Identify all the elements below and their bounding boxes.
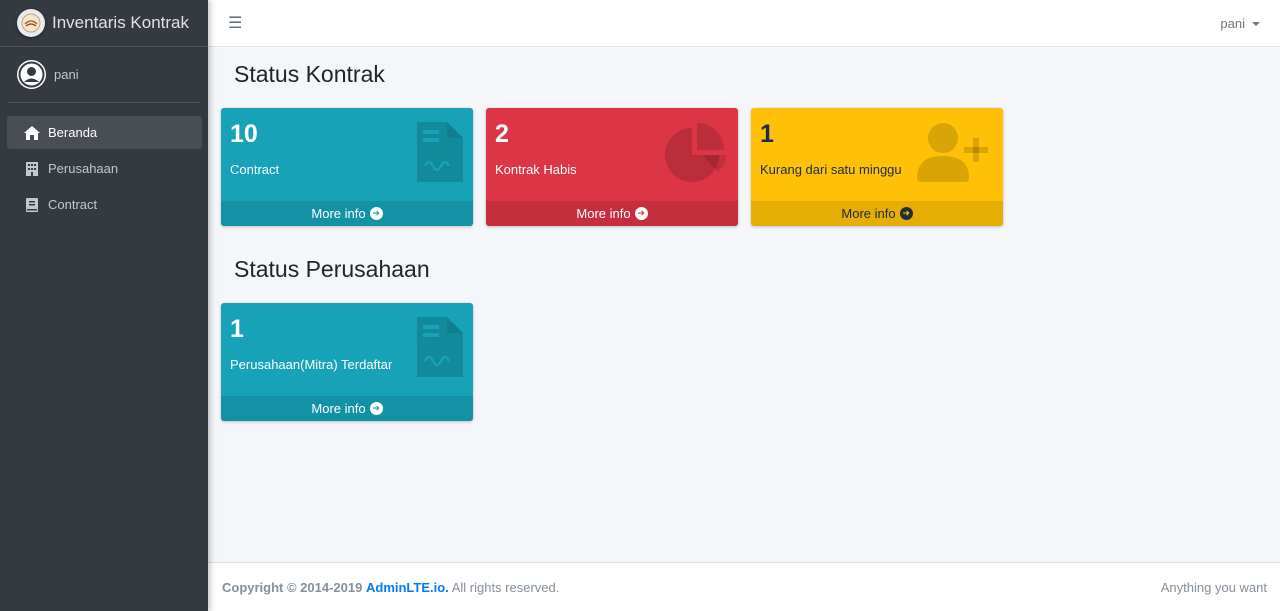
file-contract-icon [417, 317, 463, 382]
more-info-link[interactable]: More info ➜ [221, 201, 473, 226]
sidebar-item-label: Beranda [48, 125, 98, 140]
user-dropdown-label: pani [1220, 15, 1245, 31]
user-circle-icon [18, 61, 45, 88]
arrow-circle-right-icon: ➜ [634, 207, 648, 220]
rights-text: All rights reserved. [451, 579, 560, 595]
top-navbar: ☰ pani [208, 0, 1280, 47]
user-plus-icon [917, 122, 993, 189]
menu-toggle-icon[interactable]: ☰ [228, 13, 242, 33]
sidebar-item-perusahaan[interactable]: Perusahaan [7, 152, 202, 185]
brand-link[interactable]: Inventaris Kontrak [0, 0, 208, 47]
more-info-label: More info [311, 206, 366, 221]
avatar [17, 60, 46, 89]
user-dropdown[interactable]: pani [1220, 16, 1260, 31]
box-label: Kontrak Habis [495, 162, 577, 177]
main-footer: Copyright © 2014-2019 AdminLTE.io. All r… [208, 562, 1280, 611]
building-icon [23, 161, 41, 176]
sidebar-item-label: Perusahaan [48, 161, 119, 176]
small-box-contract: 10 Contract More info ➜ [221, 108, 473, 226]
footer-copyright: Copyright © 2014-2019 AdminLTE.io. All r… [222, 580, 559, 595]
more-info-link[interactable]: More info ➜ [486, 201, 738, 226]
box-count: 1 [760, 120, 774, 148]
small-box-kurang-seminggu: 1 Kurang dari satu minggu More info ➜ [751, 108, 1003, 226]
arrow-circle-right-icon: ➜ [369, 402, 383, 415]
content-wrapper: Status Kontrak 10 Contract More info ➜ 2… [208, 47, 1280, 562]
section-title-kontrak: Status Kontrak [234, 61, 385, 87]
more-info-label: More info [311, 401, 366, 416]
more-info-label: More info [576, 206, 631, 221]
small-box-mitra: 1 Perusahaan(Mitra) Terdaftar More info … [221, 303, 473, 421]
sidebar-item-contract[interactable]: Contract [7, 188, 202, 221]
box-count: 1 [230, 315, 244, 343]
more-info-link[interactable]: More info ➜ [751, 201, 1003, 226]
sidebar-item-label: Contract [48, 197, 98, 212]
user-panel[interactable]: pani [8, 47, 200, 103]
copyright-text: Copyright © 2014-2019 [222, 579, 363, 595]
book-icon [23, 197, 41, 212]
file-contract-icon [417, 122, 463, 187]
box-label: Kurang dari satu minggu [760, 162, 902, 177]
sidebar-nav: Beranda Perusahaan Contract [0, 103, 208, 221]
brand-logo-icon [17, 9, 45, 37]
sidebar-item-beranda[interactable]: Beranda [7, 116, 202, 149]
adminlte-link[interactable]: AdminLTE.io. [366, 580, 449, 595]
box-count: 10 [230, 120, 258, 148]
main-sidebar: Inventaris Kontrak pani Beranda Perusaha… [0, 0, 208, 611]
more-info-link[interactable]: More info ➜ [221, 396, 473, 421]
user-name: pani [54, 67, 79, 82]
pie-chart-icon [664, 122, 728, 189]
footer-right-text: Anything you want [1160, 579, 1267, 595]
home-icon [23, 125, 41, 140]
box-label: Perusahaan(Mitra) Terdaftar [230, 357, 393, 372]
box-count: 2 [495, 120, 509, 148]
arrow-circle-right-icon: ➜ [899, 207, 913, 220]
brand-title: Inventaris Kontrak [52, 13, 190, 32]
caret-down-icon [1252, 21, 1260, 26]
arrow-circle-right-icon: ➜ [369, 207, 383, 220]
small-box-kontrak-habis: 2 Kontrak Habis More info ➜ [486, 108, 738, 226]
more-info-label: More info [841, 206, 896, 221]
box-label: Contract [230, 162, 280, 177]
section-title-perusahaan: Status Perusahaan [234, 256, 430, 282]
